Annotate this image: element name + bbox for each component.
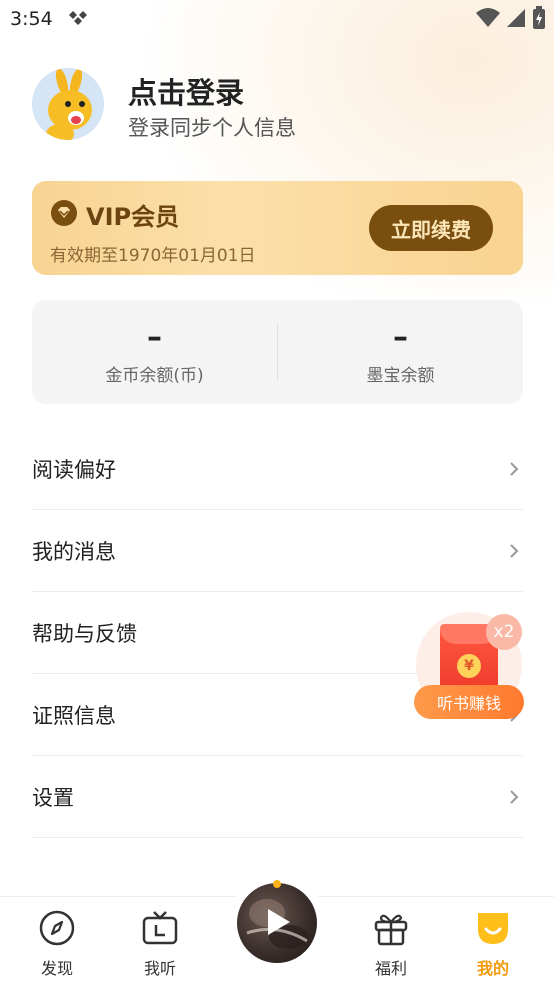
chevron-right-icon <box>509 461 519 477</box>
nav-label: 发现 <box>40 959 73 978</box>
avatar[interactable] <box>32 68 104 140</box>
status-bar: 3:54 <box>0 0 554 40</box>
coin-balance-label: 金币余额(币) <box>105 366 204 386</box>
status-time: 3:54 <box>10 8 53 30</box>
chevron-right-icon <box>509 789 519 805</box>
smile-icon <box>474 909 512 947</box>
coin-icon: ¥ <box>457 654 481 678</box>
tv-icon <box>141 909 179 947</box>
compass-icon <box>38 909 76 947</box>
listen-earn-label: 听书赚钱 <box>414 685 524 719</box>
menu-item-my-messages[interactable]: 我的消息 <box>32 510 523 592</box>
playing-indicator <box>273 880 281 888</box>
gift-icon <box>372 909 410 947</box>
mobao-balance-value: – <box>393 320 408 355</box>
app-notification-icon <box>68 9 90 33</box>
player-cover <box>237 883 317 963</box>
mobao-balance[interactable]: – 墨宝余额 <box>278 300 523 404</box>
listen-earn-floating-button[interactable]: ¥ x2 听书赚钱 <box>414 612 524 722</box>
coin-balance-value: – <box>147 320 162 355</box>
wifi-icon <box>476 7 500 33</box>
login-subtitle: 登录同步个人信息 <box>128 116 296 140</box>
login-title[interactable]: 点击登录 <box>128 70 244 112</box>
nav-label: 我的 <box>476 959 509 978</box>
nav-label: 福利 <box>374 959 407 978</box>
menu-item-label: 证照信息 <box>32 703 116 728</box>
renew-button[interactable]: 立即续费 <box>369 205 493 251</box>
nav-discover[interactable]: 发现 <box>2 897 112 984</box>
play-icon <box>266 907 292 941</box>
nav-welfare[interactable]: 福利 <box>336 897 446 984</box>
menu-item-label: 阅读偏好 <box>32 457 116 482</box>
nav-mine[interactable]: 我的 <box>438 897 548 984</box>
nav-label: 我听 <box>143 959 176 978</box>
mobao-balance-label: 墨宝余额 <box>366 366 435 386</box>
menu-item-reading-preference[interactable]: 阅读偏好 <box>32 428 523 510</box>
nav-my-listen[interactable]: 我听 <box>105 897 215 984</box>
signal-icon <box>506 7 526 33</box>
battery-icon <box>532 6 546 34</box>
menu-item-label: 设置 <box>32 785 74 810</box>
vip-card[interactable]: VIP会员 有效期至1970年01月01日 立即续费 <box>32 181 523 275</box>
vip-title: VIP会员 <box>86 203 180 231</box>
vip-diamond-icon <box>50 199 78 227</box>
menu-item-settings[interactable]: 设置 <box>32 756 523 838</box>
balance-card: – 金币余额(币) – 墨宝余额 <box>32 300 523 404</box>
vip-expire-date: 有效期至1970年01月01日 <box>50 246 256 266</box>
audio-player-button[interactable] <box>228 874 326 972</box>
chevron-right-icon <box>509 543 519 559</box>
coin-balance[interactable]: – 金币余额(币) <box>32 300 277 404</box>
menu-item-label: 帮助与反馈 <box>32 621 137 646</box>
menu-item-label: 我的消息 <box>32 539 116 564</box>
multiplier-badge: x2 <box>486 614 522 650</box>
